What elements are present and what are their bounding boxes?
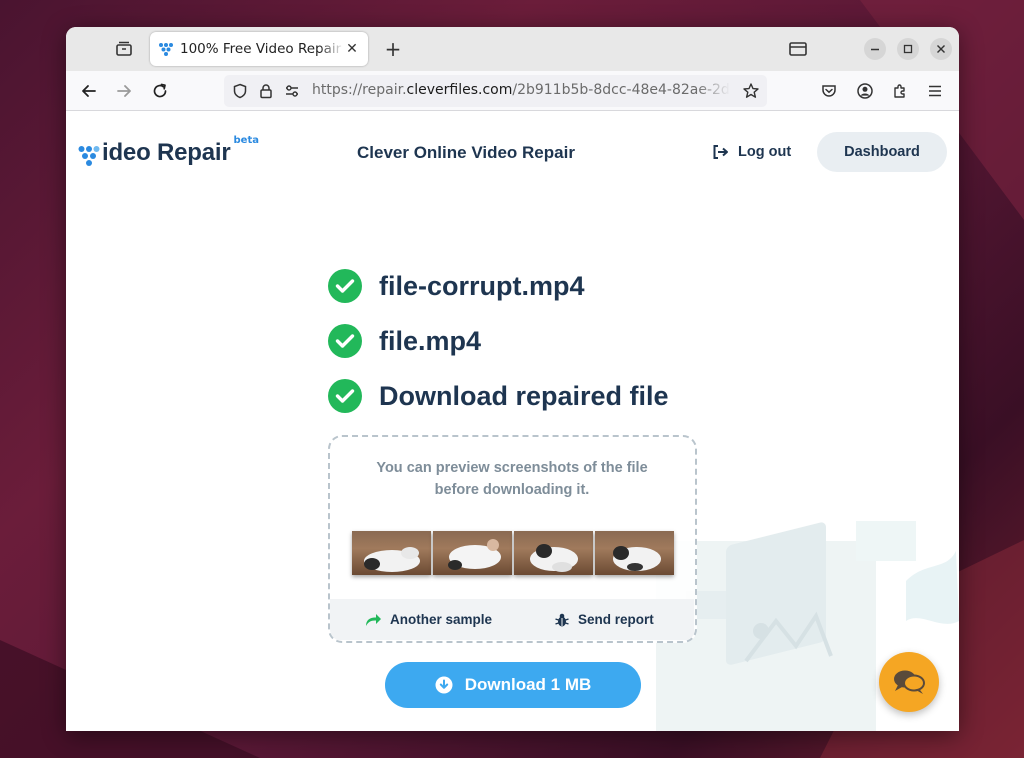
new-tab-icon[interactable]: + bbox=[380, 36, 406, 62]
step-item: Download repaired file bbox=[328, 379, 669, 413]
preview-thumbnail[interactable] bbox=[595, 531, 674, 575]
list-all-tabs-icon[interactable] bbox=[788, 39, 808, 59]
browser-window: 100% Free Video Repair T ✕ + https://rep… bbox=[66, 27, 959, 731]
check-circle-icon bbox=[328, 379, 362, 413]
check-circle-icon bbox=[328, 269, 362, 303]
step-label: file.mp4 bbox=[379, 325, 482, 356]
download-circle-icon bbox=[435, 676, 453, 694]
tab-bar: 100% Free Video Repair T ✕ + bbox=[66, 27, 959, 71]
tab-video-repair[interactable]: 100% Free Video Repair T ✕ bbox=[150, 32, 368, 66]
send-report-button[interactable]: Send report bbox=[554, 612, 654, 628]
step-item: file.mp4 bbox=[328, 324, 481, 358]
tab-title: 100% Free Video Repair T bbox=[180, 41, 344, 57]
bug-icon bbox=[555, 613, 569, 626]
download-label: Download 1 MB bbox=[464, 675, 592, 694]
permissions-icon[interactable] bbox=[284, 83, 300, 99]
pocket-icon[interactable] bbox=[818, 80, 840, 102]
extensions-icon[interactable] bbox=[889, 80, 911, 102]
redo-arrow-icon bbox=[366, 613, 381, 626]
check-circle-icon bbox=[328, 324, 362, 358]
maximize-icon[interactable] bbox=[897, 38, 919, 60]
tracking-protection-shield-icon[interactable] bbox=[232, 83, 248, 99]
video-repair-favicon-icon bbox=[159, 43, 173, 56]
site-logo[interactable]: ideo Repair beta bbox=[78, 135, 259, 167]
back-icon[interactable] bbox=[78, 80, 100, 102]
preview-thumbnail[interactable] bbox=[433, 531, 512, 575]
address-bar[interactable]: https://repair.cleverfiles.com/2b911b5b-… bbox=[224, 75, 767, 107]
url-text[interactable]: https://repair.cleverfiles.com/2b911b5b-… bbox=[312, 82, 730, 98]
logout-icon bbox=[713, 145, 728, 159]
minimize-icon[interactable] bbox=[864, 38, 886, 60]
another-sample-label: Another sample bbox=[390, 612, 493, 627]
tab-overview-icon[interactable] bbox=[112, 37, 136, 61]
send-report-label: Send report bbox=[578, 612, 654, 627]
chat-bubbles-icon bbox=[894, 670, 925, 694]
close-window-icon[interactable] bbox=[930, 38, 952, 60]
bookmark-star-icon[interactable] bbox=[742, 82, 760, 100]
chat-widget-button[interactable] bbox=[879, 652, 939, 712]
step-item: file-corrupt.mp4 bbox=[328, 269, 585, 303]
preview-note: You can preview screenshots of the file … bbox=[330, 457, 694, 501]
dashboard-button[interactable]: Dashboard bbox=[817, 132, 947, 172]
beta-badge: beta bbox=[233, 135, 259, 146]
account-icon[interactable] bbox=[854, 80, 876, 102]
preview-panel: You can preview screenshots of the file … bbox=[328, 435, 697, 643]
reload-icon[interactable] bbox=[149, 80, 171, 102]
navigation-bar: https://repair.cleverfiles.com/2b911b5b-… bbox=[66, 71, 959, 111]
tab-close-icon[interactable]: ✕ bbox=[344, 41, 360, 57]
lock-icon[interactable] bbox=[258, 83, 274, 99]
download-button[interactable]: Download 1 MB bbox=[385, 662, 641, 708]
preview-thumbnails bbox=[352, 531, 674, 575]
step-label: Download repaired file bbox=[379, 380, 669, 411]
logo-text: ideo Repair bbox=[102, 139, 231, 166]
logout-label: Log out bbox=[738, 144, 792, 160]
preview-note-line: You can preview screenshots of the file bbox=[376, 460, 648, 476]
header-title: Clever Online Video Repair bbox=[357, 143, 575, 162]
url-host: cleverfiles.com bbox=[406, 82, 513, 98]
web-page: ideo Repair beta Clever Online Video Rep… bbox=[66, 111, 959, 731]
site-header: ideo Repair beta Clever Online Video Rep… bbox=[66, 111, 959, 195]
forward-icon[interactable] bbox=[113, 80, 135, 102]
url-scheme: https://repair. bbox=[312, 82, 407, 98]
logout-link[interactable]: Log out bbox=[712, 144, 791, 160]
preview-thumbnail[interactable] bbox=[514, 531, 593, 575]
preview-actions: Another sample Send report bbox=[330, 599, 694, 640]
video-repair-logo-icon bbox=[78, 146, 100, 166]
another-sample-button[interactable]: Another sample bbox=[364, 612, 492, 628]
preview-note-line: before downloading it. bbox=[434, 482, 590, 498]
preview-thumbnail[interactable] bbox=[352, 531, 431, 575]
url-path: /2b911b5b-8dcc-48e4-82ae-2d84 bbox=[512, 82, 730, 98]
step-label: file-corrupt.mp4 bbox=[379, 270, 585, 301]
menu-icon[interactable] bbox=[924, 80, 946, 102]
